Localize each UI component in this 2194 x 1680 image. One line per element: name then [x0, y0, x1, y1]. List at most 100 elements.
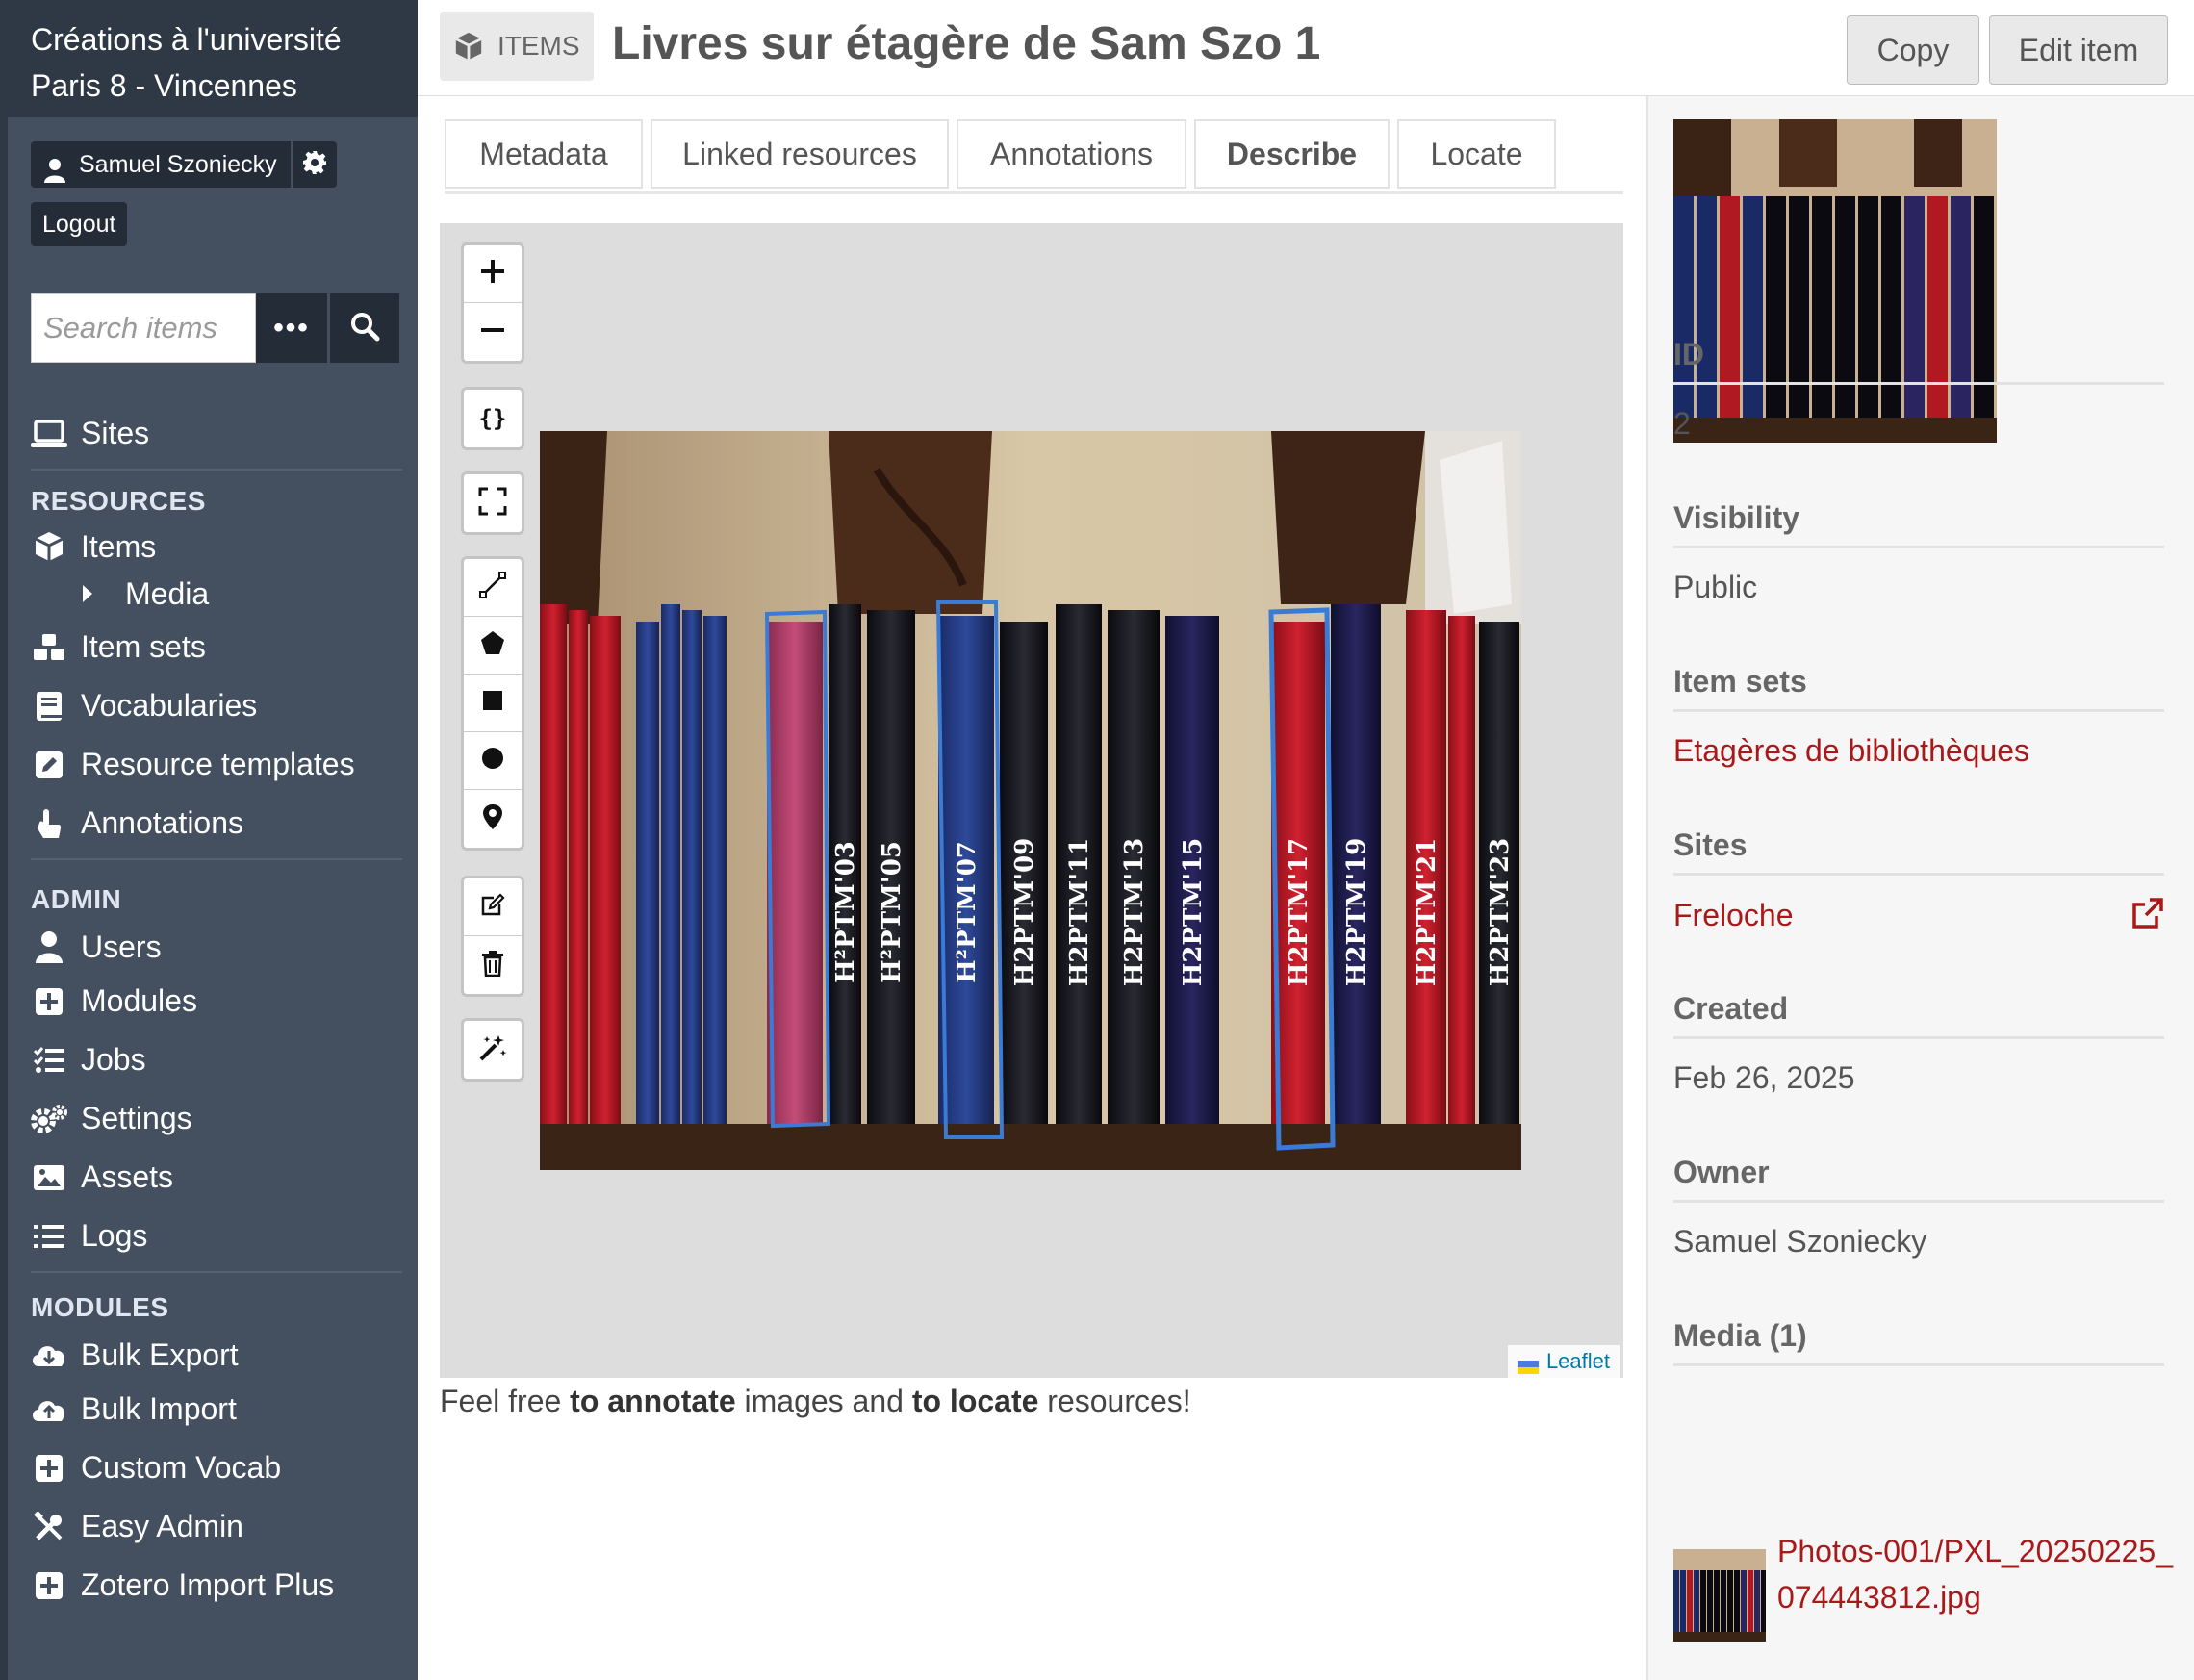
edit-item-button[interactable]: Edit item [1989, 15, 2168, 85]
sidebar-item-zotero-import-plus[interactable]: Zotero Import Plus [31, 1556, 402, 1615]
resource-type-label: ITEMS [497, 31, 580, 61]
annotation-map-viewer[interactable]: {} H²PTM'03 H²PTM'05 H²PTM'07 H2PTM'09 H… [440, 223, 1623, 1378]
list-icon [31, 1218, 67, 1255]
sidebar-item-users[interactable]: Users [31, 922, 402, 972]
book-spine [1748, 1570, 1753, 1632]
search-input[interactable] [31, 293, 256, 363]
sidebar-item-bulk-export[interactable]: Bulk Export [31, 1330, 402, 1380]
detail-label: Item sets [1673, 664, 2164, 712]
map-marker-icon [482, 803, 503, 835]
draw-polyline-button[interactable] [464, 559, 522, 617]
sidebar-item-media[interactable]: Media [31, 570, 402, 618]
book-spine [1707, 1570, 1713, 1632]
brand-line-2: Paris 8 - Vincennes [31, 68, 297, 103]
geojson-button[interactable]: {} [464, 390, 522, 447]
auto-detect-button[interactable] [464, 1021, 522, 1079]
hand-pointer-icon [31, 805, 67, 842]
sidebar-item-annotations[interactable]: Annotations [31, 794, 402, 853]
polygon-icon [480, 630, 505, 660]
draw-marker-button[interactable] [464, 790, 522, 848]
draw-polygon-button[interactable] [464, 617, 522, 675]
external-link-icon[interactable] [2131, 897, 2164, 934]
item-set-link[interactable]: Etagères de bibliothèques [1673, 733, 2164, 769]
nav-heading-admin: ADMIN [31, 884, 122, 914]
sidebar-item-bulk-import[interactable]: Bulk Import [31, 1380, 402, 1438]
tab-annotations[interactable]: Annotations [957, 119, 1186, 189]
admin-sidebar: Créations à l'université Paris 8 - Vince… [0, 0, 418, 1680]
book-spine [1448, 616, 1475, 1124]
circle-icon [481, 747, 504, 775]
sidebar-item-logs[interactable]: Logs [31, 1207, 402, 1265]
cubes-icon [31, 629, 67, 666]
copy-button[interactable]: Copy [1847, 15, 1979, 85]
cloud-upload-icon [31, 1391, 67, 1428]
book-spine-title: H2PTM'13 [1120, 838, 1149, 986]
gear-icon [302, 150, 326, 179]
sidebar-item-label: Items [81, 528, 157, 564]
sidebar-item-resource-templates[interactable]: Resource templates [31, 735, 402, 794]
detail-media: Media (1) [1673, 1318, 2164, 1366]
book-spine [767, 622, 823, 1124]
sidebar-item-label: Modules [81, 983, 197, 1018]
nav-heading-modules: MODULES [31, 1292, 169, 1322]
tab-describe[interactable]: Describe [1194, 119, 1390, 189]
book-spine-title: H²PTM'07 [953, 841, 982, 983]
nav-resources-section: RESOURCES Items Media Item sets Vocabula… [31, 479, 402, 868]
json-control: {} [461, 387, 524, 450]
sidebar-item-vocabularies[interactable]: Vocabularies [31, 676, 402, 735]
sidebar-item-jobs[interactable]: Jobs [31, 1031, 402, 1089]
sidebar-item-label: Jobs [81, 1042, 146, 1077]
edit-layers-button[interactable] [464, 878, 522, 936]
minus-icon [480, 318, 505, 347]
sidebar-item-settings[interactable]: Settings [31, 1089, 402, 1148]
magic-wand-icon [478, 1033, 507, 1067]
sidebar-item-item-sets[interactable]: Item sets [31, 618, 402, 676]
sidebar-item-items[interactable]: Items [31, 523, 402, 570]
edit-icon [31, 747, 67, 783]
tab-locate[interactable]: Locate [1397, 119, 1556, 189]
fullscreen-button[interactable] [464, 474, 522, 532]
user-icon [44, 152, 65, 183]
zoom-controls [461, 242, 524, 364]
leaflet-attribution-link[interactable]: Leaflet [1507, 1345, 1620, 1378]
sidebar-item-label: Item sets [81, 629, 206, 664]
user-profile-button[interactable]: Samuel Szoniecky [31, 141, 291, 188]
logout-button[interactable]: Logout [31, 202, 128, 246]
tab-metadata[interactable]: Metadata [445, 119, 643, 189]
book-spine [1714, 1570, 1720, 1632]
book-spine [703, 616, 727, 1124]
edit-toolbar [461, 876, 524, 997]
sidebar-item-sites[interactable]: Sites [31, 404, 402, 463]
media-thumbnail[interactable] [1673, 1549, 1766, 1642]
media-file-link[interactable]: Photos-001/PXL_20250225_074443812.jpg [1777, 1528, 2181, 1642]
zoom-out-button[interactable] [464, 303, 522, 361]
zoom-in-button[interactable] [464, 245, 522, 303]
sidebar-item-custom-vocab[interactable]: Custom Vocab [31, 1438, 402, 1497]
plus-square-icon [31, 983, 67, 1020]
delete-layers-button[interactable] [464, 936, 522, 994]
book-spine [1687, 1570, 1693, 1632]
tab-linked-resources[interactable]: Linked resources [651, 119, 949, 189]
annotated-photo[interactable]: H²PTM'03 H²PTM'05 H²PTM'07 H2PTM'09 H2PTM'11… [540, 431, 1521, 1170]
detail-created: Created Feb 26, 2025 [1673, 991, 2164, 1096]
book-spine-title: H2PTM'09 [1010, 838, 1039, 986]
site-link[interactable]: Freloche [1673, 898, 1794, 933]
sidebar-item-assets[interactable]: Assets [31, 1148, 402, 1207]
book-spine [1754, 1570, 1760, 1632]
sidebar-item-label: Annotations [81, 805, 244, 840]
advanced-search-button[interactable]: ••• [256, 293, 327, 363]
sidebar-item-easy-admin[interactable]: Easy Admin [31, 1497, 402, 1556]
sidebar-item-label: Sites [81, 416, 150, 450]
media-list-item[interactable]: Photos-001/PXL_20250225_074443812.jpg [1673, 1528, 2181, 1642]
draw-circle-button[interactable] [464, 732, 522, 790]
detail-id: ID 2 [1673, 337, 2164, 442]
user-settings-button[interactable] [290, 141, 337, 188]
book-spine-title: H2PTM'11 [1065, 838, 1094, 986]
book-spine [1700, 1570, 1706, 1632]
draw-rectangle-button[interactable] [464, 675, 522, 732]
search-submit-button[interactable] [330, 293, 399, 363]
trash-icon [481, 950, 504, 981]
site-brand[interactable]: Créations à l'université Paris 8 - Vince… [8, 0, 418, 117]
sidebar-item-modules[interactable]: Modules [31, 972, 402, 1031]
detail-item-sets: Item sets Etagères de bibliothèques [1673, 664, 2164, 769]
